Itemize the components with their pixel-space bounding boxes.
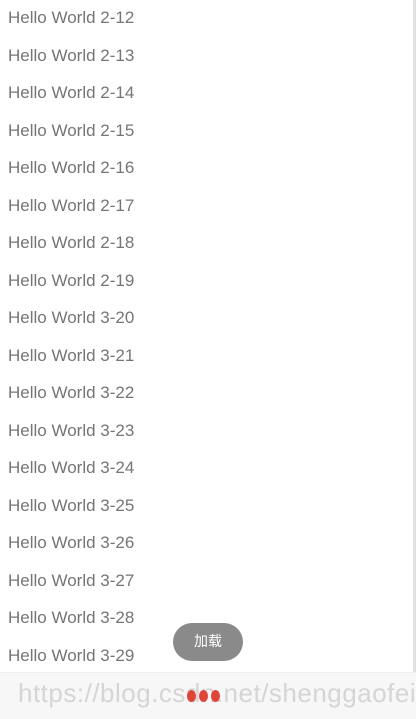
list-item[interactable]: Hello World 2-14	[0, 74, 412, 112]
list-item[interactable]: Hello World 3-20	[0, 299, 412, 337]
list-item[interactable]: Hello World 2-17	[0, 187, 412, 225]
list-item[interactable]: Hello World 3-23	[0, 412, 412, 450]
loader-dot	[211, 690, 220, 702]
list-item[interactable]: Hello World 3-25	[0, 487, 412, 525]
list-item[interactable]: Hello World 3-27	[0, 562, 412, 600]
list-item[interactable]: Hello World 3-26	[0, 524, 412, 562]
loading-toast: 加载	[173, 623, 243, 661]
load-more-footer: https://blog.csdn.net/shenggaofei	[0, 672, 416, 719]
list-item[interactable]: Hello World 2-16	[0, 149, 412, 187]
list-item[interactable]: Hello World 2-12	[0, 0, 412, 37]
list-item[interactable]: Hello World 2-18	[0, 224, 412, 262]
list-item[interactable]: Hello World 2-13	[0, 37, 412, 75]
loading-dots-icon	[187, 689, 223, 702]
loader-dot	[199, 690, 208, 702]
loader-dot	[187, 690, 196, 702]
item-list[interactable]: Hello World 2-12 Hello World 2-13 Hello …	[0, 0, 412, 672]
list-item[interactable]: Hello World 3-22	[0, 374, 412, 412]
list-item[interactable]: Hello World 3-21	[0, 337, 412, 375]
list-item[interactable]: Hello World 2-19	[0, 262, 412, 300]
list-item[interactable]: Hello World 2-15	[0, 112, 412, 150]
list-item[interactable]: Hello World 3-24	[0, 449, 412, 487]
